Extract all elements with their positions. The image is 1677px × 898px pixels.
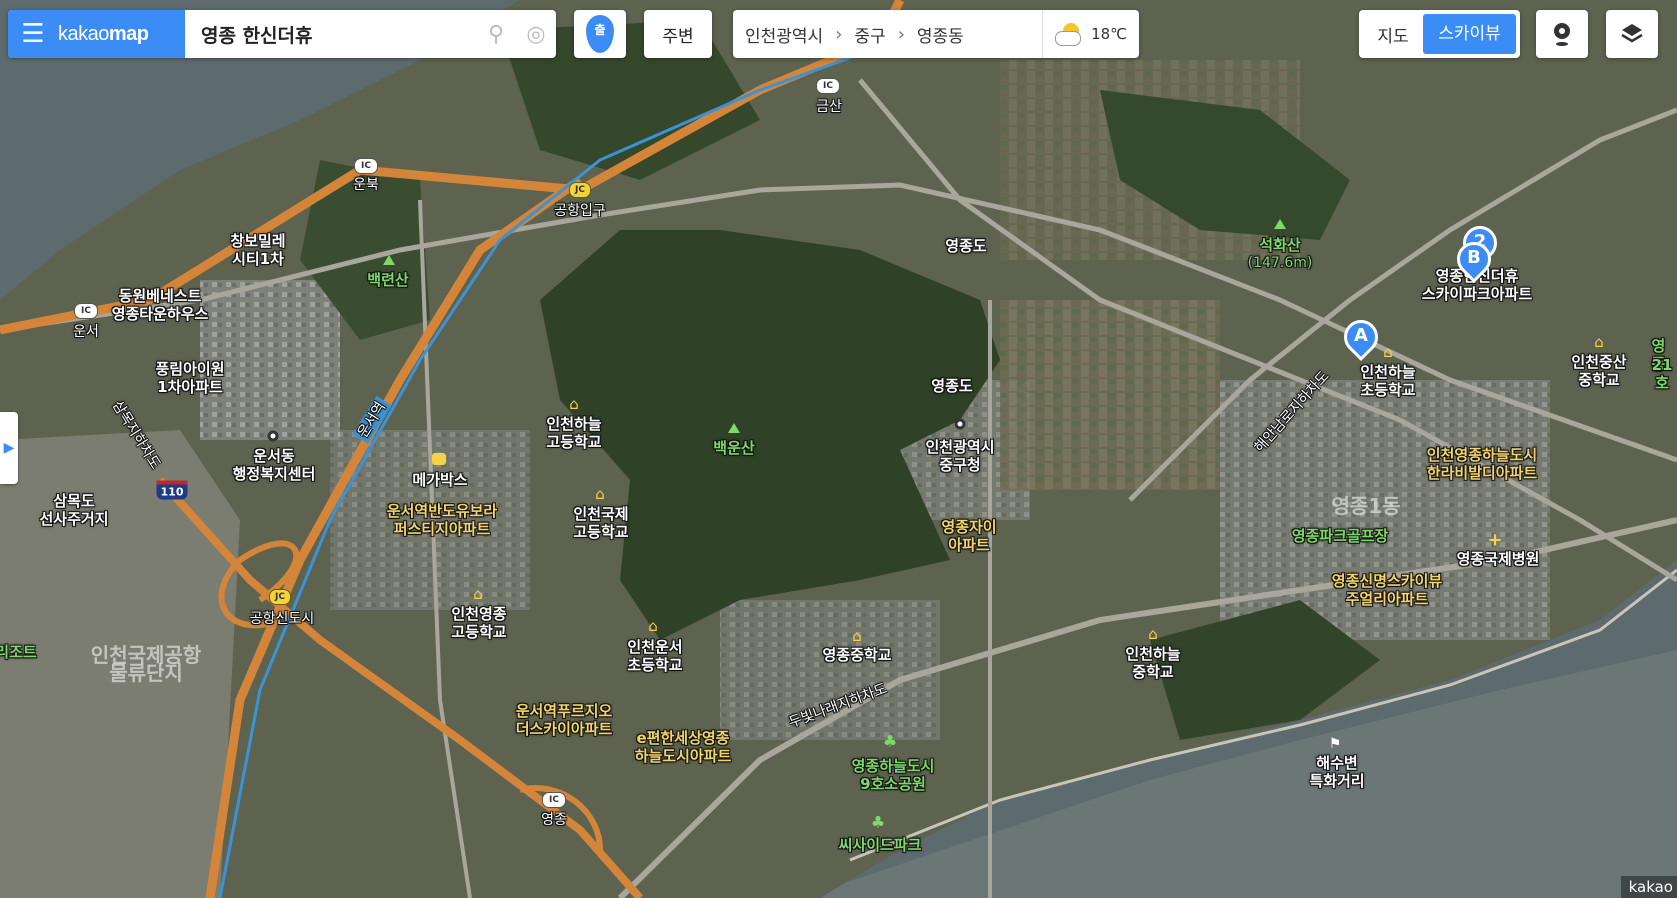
- place-label[interactable]: 인천영종하늘도시 한라비발디아파트: [1427, 446, 1537, 482]
- place-label[interactable]: 메가박스: [412, 471, 467, 489]
- copyright-label: kakao: [1620, 876, 1677, 898]
- ic-label: 운북: [353, 177, 379, 193]
- island-label[interactable]: 영종도: [945, 237, 986, 255]
- flag-icon: ⚑: [1328, 736, 1342, 752]
- side-panel-toggle[interactable]: ▶: [0, 412, 18, 484]
- place-label[interactable]: 영종자이 아파트: [941, 518, 996, 554]
- route-button[interactable]: 출: [574, 10, 626, 58]
- temperature: 18℃: [1091, 25, 1127, 43]
- park-label[interactable]: 씨사이드파크: [839, 836, 922, 854]
- my-location-button[interactable]: [1536, 10, 1588, 58]
- place-label[interactable]: 영종도: [931, 377, 972, 395]
- place-label[interactable]: 인천하늘 고등학교: [546, 415, 601, 451]
- layers-icon: [1621, 24, 1643, 43]
- map-view-button[interactable]: 지도: [1363, 22, 1423, 47]
- nearby-button[interactable]: 주변: [644, 10, 712, 58]
- school-icon: ⌂: [595, 485, 605, 503]
- ic-unseo-badge: IC: [74, 303, 98, 319]
- school-icon: ⌂: [473, 585, 483, 603]
- breadcrumb-dong[interactable]: 영종동: [905, 22, 976, 47]
- layers-button[interactable]: [1606, 10, 1658, 58]
- school-icon: ⌂: [569, 395, 579, 413]
- area-label: 인천국제공항 물류단지: [90, 643, 202, 685]
- place-label[interactable]: 리조트: [0, 643, 37, 661]
- farmland: [1000, 300, 1220, 490]
- place-label[interactable]: 인천하늘 초등학교: [1360, 363, 1415, 399]
- place-label[interactable]: 영종신명스카이뷰 주얼리아파트: [1332, 572, 1442, 608]
- check-icon[interactable]: ◎: [516, 22, 556, 47]
- mountain-elevation: (147.6m): [1247, 255, 1313, 271]
- peak-icon: [728, 423, 740, 433]
- place-label[interactable]: 운서역반도유보라 퍼스티지아파트: [387, 502, 497, 538]
- menu-icon[interactable]: ☰: [8, 10, 58, 58]
- place-label[interactable]: 창보밀레 시티1차: [230, 232, 285, 268]
- park-icon: ♣: [870, 812, 886, 832]
- kakaomap-logo[interactable]: kakaomap: [58, 23, 149, 46]
- hospital-icon: +: [1487, 529, 1503, 551]
- ic-label: 영종: [541, 812, 567, 828]
- ic-geumsan-badge: IC: [816, 78, 840, 94]
- jc-label: 공항입구: [554, 203, 606, 219]
- place-label[interactable]: 인천국제 고등학교: [573, 505, 628, 541]
- peak-icon: [1274, 219, 1286, 229]
- place-label[interactable]: 인천하늘 중학교: [1125, 645, 1180, 681]
- school-icon: ⌂: [852, 627, 862, 645]
- ic-label: 운서: [73, 324, 99, 340]
- place-label[interactable]: 동원베네스트 영종타운하우스: [112, 287, 209, 323]
- location-pin-icon: [1554, 23, 1570, 46]
- route-icon: 출: [586, 15, 614, 53]
- district-label: 영종1동: [1331, 494, 1401, 518]
- place-label[interactable]: 인천영종 고등학교: [451, 605, 506, 641]
- breadcrumb-district[interactable]: 중구: [842, 22, 897, 47]
- school-icon: ⌂: [1148, 625, 1158, 643]
- chevron-right-icon: ›: [897, 23, 905, 45]
- weather-widget[interactable]: 18℃: [1042, 10, 1139, 58]
- ic-unbuk-badge: IC: [354, 158, 378, 174]
- result-marker-b[interactable]: B: [1449, 234, 1499, 288]
- result-marker-a[interactable]: A: [1336, 312, 1386, 366]
- place-label[interactable]: 삼목도 선사주거지: [39, 492, 108, 528]
- place-label[interactable]: e편한세상영종 하늘도시아파트: [635, 729, 732, 765]
- place-label[interactable]: 해수변 특화거리: [1309, 754, 1364, 790]
- place-label[interactable]: 공항신도시: [250, 610, 314, 628]
- chevron-right-icon: ›: [835, 23, 843, 45]
- breadcrumb-city[interactable]: 인천광역시: [733, 22, 835, 47]
- place-label[interactable]: 인천운서 초등학교: [627, 638, 682, 674]
- mountain-label[interactable]: 백운산: [713, 439, 754, 457]
- school-icon: ⌂: [648, 617, 658, 635]
- mountain-label[interactable]: 백련산: [367, 271, 408, 289]
- government-office-icon: [267, 430, 279, 442]
- partly-cloudy-icon: [1055, 23, 1083, 46]
- skyview-button[interactable]: 스카이뷰: [1423, 14, 1516, 54]
- park-label[interactable]: 영종하늘도시 9호소공원: [852, 757, 935, 793]
- peak-icon: [383, 255, 395, 265]
- place-label[interactable]: 인천중산 중학교: [1571, 353, 1626, 389]
- school-icon: ⌂: [1594, 333, 1604, 351]
- place-label[interactable]: 영종파크골프장: [1292, 527, 1389, 545]
- place-label[interactable]: 운서역푸르지오 더스카이아파트: [516, 702, 613, 738]
- search-icon[interactable]: ⚲: [476, 22, 516, 47]
- place-label[interactable]: 영종중학교: [822, 646, 891, 664]
- search-panel: ☰ kakaomap 영종 한신더휴 ⚲ ◎: [8, 10, 556, 58]
- place-label[interactable]: 21호: [1652, 356, 1673, 392]
- place-label[interactable]: 운서동 행정복지센터: [233, 447, 316, 483]
- school-icon: ⌂: [1383, 343, 1393, 361]
- place-label[interactable]: 인천광역시 중구청: [925, 438, 994, 474]
- search-input[interactable]: 영종 한신더휴: [185, 21, 476, 48]
- region-breadcrumb: 인천광역시 › 중구 › 영종동 18℃: [733, 10, 1139, 58]
- jc-airport-entrance-badge: JC: [569, 182, 591, 198]
- route-110-shield: 110: [156, 480, 188, 500]
- ic-label: 금산: [816, 99, 842, 115]
- mountain-label[interactable]: 석화산: [1259, 236, 1300, 254]
- cinema-icon: [432, 453, 446, 465]
- place-label[interactable]: 영종국제병원: [1457, 550, 1540, 568]
- government-office-icon: [954, 418, 966, 430]
- brand-bar: ☰ kakaomap: [8, 10, 185, 58]
- ic-yeongjong-badge: IC: [542, 792, 566, 808]
- place-label[interactable]: 풍림아이원 1차아파트: [155, 360, 224, 396]
- map-type-toggle: 지도 스카이뷰: [1359, 10, 1520, 58]
- park-icon: ♣: [882, 731, 898, 751]
- jc-airport-newtown-badge: JC: [269, 589, 291, 605]
